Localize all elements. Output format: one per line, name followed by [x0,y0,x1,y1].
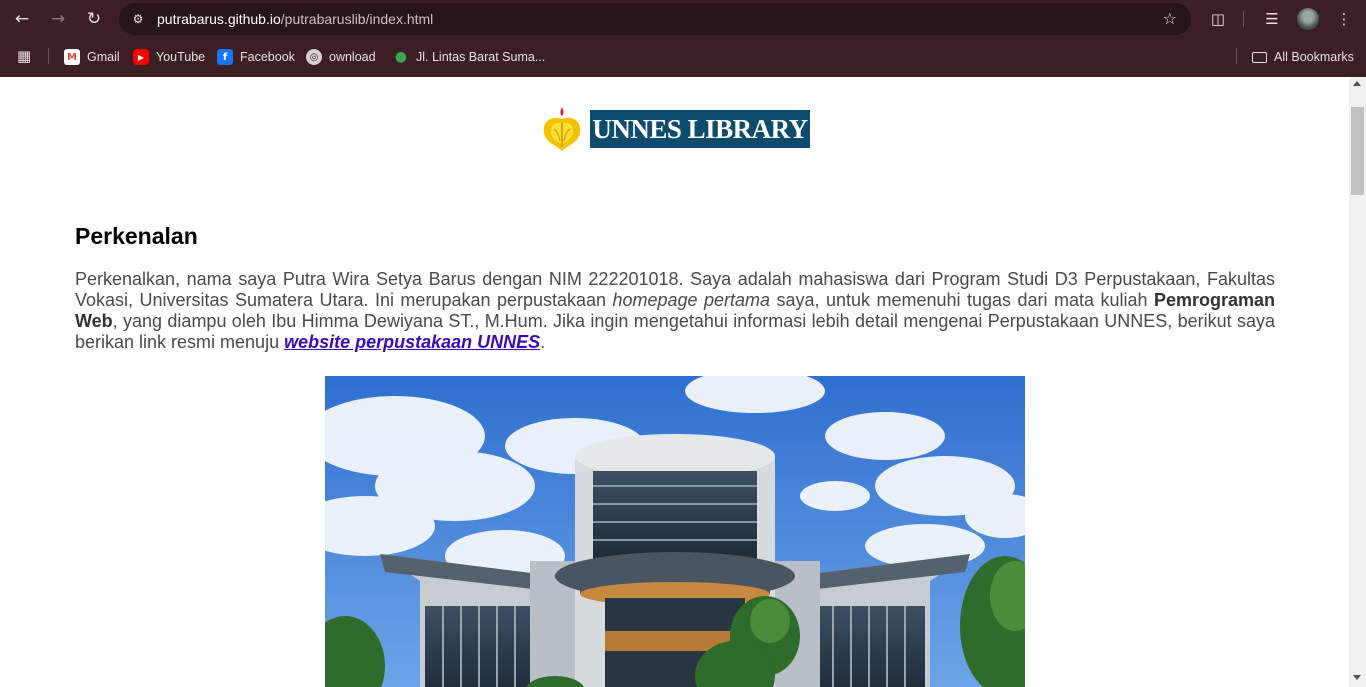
browser-chrome: ← → ↻ ⚙ putrabarus.github.io/putrabarusl… [0,0,1366,77]
bookmark-star-icon[interactable]: ☆ [1163,9,1177,28]
bookmark-label: ownload [329,50,376,64]
reload-icon[interactable]: ↻ [81,7,107,31]
all-bookmarks[interactable]: All Bookmarks [1252,48,1354,66]
back-arrow-icon[interactable]: ← [9,7,35,31]
folder-icon [1252,51,1267,63]
bookmark-maps[interactable]: ● Jl. Lintas Barat Suma... [393,48,545,66]
toolbar-divider [1243,11,1244,27]
url-text[interactable]: putrabarus.github.io/putrabaruslib/index… [157,11,433,27]
bookmark-ownload[interactable]: ◎ ownload [306,48,376,66]
page-content: UNNES LIBRARY Perkenalan Perkenalkan, na… [0,77,1349,687]
para-end: . [540,332,546,352]
browser-toolbar: ← → ↻ ⚙ putrabarus.github.io/putrabarusl… [0,0,1366,38]
bookmark-gmail[interactable]: M Gmail [64,48,120,66]
url-host: putrabarus.github.io [157,11,281,27]
scrollbar-thumb[interactable] [1351,107,1364,195]
bookmarks-bar: M Gmail ▶ YouTube f Facebook ◎ ownload ●… [0,40,1366,72]
logo-banner-text: UNNES LIBRARY [590,110,810,148]
youtube-icon: ▶ [133,49,149,65]
intro-paragraph: Perkenalkan, nama saya Putra Wira Setya … [75,269,1275,353]
unnes-emblem-icon [543,107,581,151]
unnes-library-logo: UNNES LIBRARY [524,81,824,199]
page-scrollbar[interactable] [1349,77,1366,687]
bookmark-facebook[interactable]: f Facebook [217,48,295,66]
maps-pin-icon: ● [394,49,408,65]
scroll-down-arrow-icon[interactable] [1353,675,1361,680]
bookmark-label: Gmail [87,50,120,64]
unnes-library-link[interactable]: website perpustakaan UNNES [284,332,540,352]
para-italic: homepage pertama [612,290,771,310]
extensions-puzzle-icon[interactable]: ◫ [1207,8,1229,30]
bookmark-label: Facebook [240,50,295,64]
address-bar[interactable]: ⚙ putrabarus.github.io/putrabaruslib/ind… [119,3,1191,35]
facebook-icon: f [217,49,233,65]
bookmarks-right-divider [1236,48,1237,64]
media-control-icon[interactable]: ☰ [1261,8,1283,30]
bookmark-label: Jl. Lintas Barat Suma... [416,50,546,64]
globe-icon: ◎ [306,49,322,65]
menu-kebab-icon[interactable]: ⋮ [1333,8,1355,30]
forward-arrow-icon[interactable]: → [45,7,71,31]
para-text-2: saya, untuk memenuhi tugas dari mata kul… [770,290,1154,310]
scroll-up-arrow-icon[interactable] [1353,81,1361,86]
bookmark-youtube[interactable]: ▶ YouTube [133,48,205,66]
bookmark-label: YouTube [156,50,206,64]
all-bookmarks-label: All Bookmarks [1274,50,1354,64]
site-settings-icon[interactable]: ⚙ [127,8,149,30]
page-title: Perkenalan [75,223,198,249]
para-text-3: , yang diampu oleh Ibu Himma Dewiyana ST… [75,311,1275,352]
library-building-image [325,376,1025,687]
profile-avatar[interactable] [1297,8,1319,30]
url-path: /putrabaruslib/index.html [280,11,434,27]
library-building-photo [325,376,1025,687]
gmail-icon: M [64,49,80,65]
